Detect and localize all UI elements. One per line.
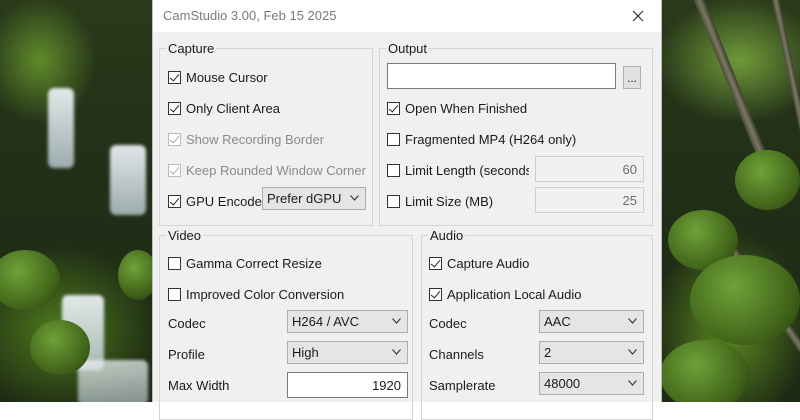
gamma-correct-label: Gamma Correct Resize [186,256,322,271]
chevron-down-icon [628,318,637,324]
limit-size-input[interactable]: 25 [535,187,644,213]
title-bar: CamStudio 3.00, Feb 15 2025 [153,0,661,32]
video-codec-select[interactable]: H264 / AVC [287,310,408,333]
show-recording-border-checkbox[interactable] [168,133,181,146]
fragmented-mp4-checkbox[interactable] [387,133,400,146]
limit-length-input[interactable]: 60 [535,156,644,182]
channels-select[interactable]: 2 [539,341,644,364]
keep-rounded-corner-checkbox-row[interactable]: Keep Rounded Window Corner [168,163,368,178]
output-legend: Output [388,41,428,56]
profile-value: High [292,345,319,360]
keep-rounded-corner-label: Keep Rounded Window Corner [186,163,366,178]
channels-label: Channels [429,347,484,362]
max-width-input[interactable]: 1920 [287,372,408,398]
mouse-cursor-checkbox[interactable] [168,71,181,84]
video-codec-value: H264 / AVC [292,314,359,329]
app-local-audio-checkbox[interactable] [429,288,442,301]
gamma-correct-checkbox-row[interactable]: Gamma Correct Resize [168,256,322,271]
app-local-audio-label: Application Local Audio [447,287,582,302]
profile-select[interactable]: High [287,341,408,364]
channels-value: 2 [544,345,552,360]
chevron-down-icon [392,318,401,324]
video-codec-label: Codec [168,316,206,331]
samplerate-value: 48000 [544,376,581,391]
capture-audio-checkbox-row[interactable]: Capture Audio [429,256,529,271]
app-local-audio-checkbox-row[interactable]: Application Local Audio [429,287,581,302]
mouse-cursor-label: Mouse Cursor [186,70,268,85]
fragmented-mp4-label: Fragmented MP4 (H264 only) [405,132,577,147]
gpu-preference-value: Prefer dGPU [267,191,342,206]
improved-color-checkbox-row[interactable]: Improved Color Conversion [168,287,344,302]
video-legend: Video [168,228,202,243]
fragmented-mp4-checkbox-row[interactable]: Fragmented MP4 (H264 only) [387,132,576,147]
improved-color-checkbox[interactable] [168,288,181,301]
output-path-input[interactable] [387,63,616,89]
show-recording-border-checkbox-row[interactable]: Show Recording Border [168,132,324,147]
limit-length-label: Limit Length (seconds) [405,163,529,178]
capture-legend: Capture [168,41,215,56]
chevron-down-icon [392,349,401,355]
camstudio-settings-window: CamStudio 3.00, Feb 15 2025 Capture Mous… [152,0,662,420]
audio-codec-select[interactable]: AAC [539,310,644,333]
gpu-preference-select[interactable]: Prefer dGPU [262,187,366,210]
limit-size-label: Limit Size (MB) [405,194,494,209]
open-when-finished-label: Open When Finished [405,101,528,116]
only-client-area-label: Only Client Area [186,101,280,116]
close-button[interactable] [615,0,661,32]
audio-codec-label: Codec [429,316,467,331]
keep-rounded-corner-checkbox[interactable] [168,164,181,177]
profile-label: Profile [168,347,205,362]
samplerate-select[interactable]: 48000 [539,372,644,395]
open-when-finished-checkbox[interactable] [387,102,400,115]
limit-size-checkbox-row[interactable]: Limit Size (MB) [387,194,493,209]
capture-audio-label: Capture Audio [447,256,530,271]
gamma-correct-checkbox[interactable] [168,257,181,270]
max-width-label: Max Width [168,378,230,393]
improved-color-label: Improved Color Conversion [186,287,345,302]
limit-length-checkbox-row[interactable]: Limit Length (seconds) [387,163,529,178]
gpu-encode-checkbox[interactable] [168,195,181,208]
limit-size-checkbox[interactable] [387,195,400,208]
gpu-encode-label: GPU Encode [186,194,262,209]
open-when-finished-checkbox-row[interactable]: Open When Finished [387,101,527,116]
browse-button[interactable]: ... [623,66,641,89]
mouse-cursor-checkbox-row[interactable]: Mouse Cursor [168,70,268,85]
gpu-encode-checkbox-row[interactable]: GPU Encode [168,194,262,209]
capture-audio-checkbox[interactable] [429,257,442,270]
chevron-down-icon [628,349,637,355]
chevron-down-icon [350,195,359,201]
close-icon [632,10,644,22]
audio-legend: Audio [430,228,464,243]
only-client-area-checkbox[interactable] [168,102,181,115]
chevron-down-icon [628,380,637,386]
limit-length-checkbox[interactable] [387,164,400,177]
window-title: CamStudio 3.00, Feb 15 2025 [163,8,337,23]
only-client-area-checkbox-row[interactable]: Only Client Area [168,101,280,116]
samplerate-label: Samplerate [429,378,496,393]
show-recording-border-label: Show Recording Border [186,132,325,147]
audio-codec-value: AAC [544,314,571,329]
